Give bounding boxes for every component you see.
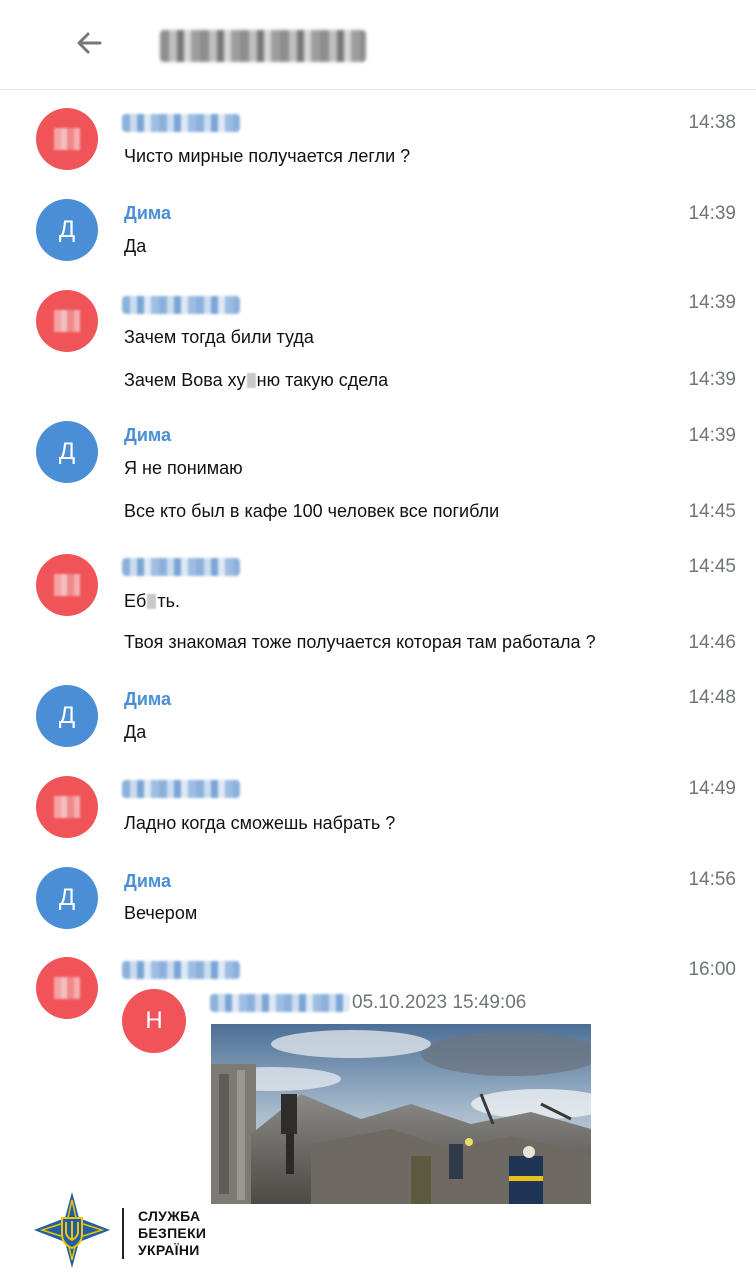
forwarded-datetime: 05.10.2023 15:49:06 xyxy=(352,992,527,1013)
sender-name[interactable]: Дима xyxy=(124,871,171,892)
message-text: Все кто был в кафе 100 человек все погиб… xyxy=(124,501,500,521)
destroyed-building-rescue-photo xyxy=(211,1024,591,1204)
sender-name-redacted[interactable] xyxy=(122,558,240,576)
message-time: 14:48 xyxy=(688,687,736,708)
avatar[interactable] xyxy=(36,290,98,352)
avatar[interactable] xyxy=(36,554,98,616)
chat-header xyxy=(0,0,756,90)
sender-name-redacted[interactable] xyxy=(122,114,240,132)
forwarded-avatar[interactable]: Н xyxy=(122,989,186,1053)
message-text: Я не понимаю xyxy=(124,458,243,478)
message-time: 14:49 xyxy=(688,778,736,799)
sender-name[interactable]: Дима xyxy=(124,425,171,446)
message-text: Зачем Вова ху ню такую сдела xyxy=(124,370,389,390)
message-text: Вечером xyxy=(124,903,198,923)
message-time: 14:56 xyxy=(688,869,736,890)
forwarded-photo[interactable] xyxy=(211,1024,591,1204)
message-time: 14:39 xyxy=(688,292,736,313)
message-time: 14:39 xyxy=(688,369,736,390)
message-time: 14:46 xyxy=(688,632,736,653)
back-button[interactable] xyxy=(72,26,106,60)
avatar[interactable]: Д xyxy=(36,685,98,747)
chat-title-redacted xyxy=(160,30,366,62)
sender-name-redacted[interactable] xyxy=(122,296,240,314)
sbu-line-1: СЛУЖБА xyxy=(138,1208,201,1224)
avatar[interactable]: Д xyxy=(36,867,98,929)
message-time: 14:39 xyxy=(688,425,736,446)
message-text: Ладно когда сможешь набрать ? xyxy=(124,813,396,833)
sbu-line-2: БЕЗПЕКИ xyxy=(138,1225,207,1241)
avatar[interactable] xyxy=(36,776,98,838)
forwarded-sender-redacted[interactable] xyxy=(210,994,350,1012)
message-time: 16:00 xyxy=(688,959,736,980)
sender-name-redacted[interactable] xyxy=(122,780,240,798)
avatar[interactable]: Д xyxy=(36,199,98,261)
message-time: 14:38 xyxy=(688,112,736,133)
arrow-left-icon xyxy=(77,32,102,54)
message-text: Твоя знакомая тоже получается которая та… xyxy=(124,632,596,652)
sbu-line-3: УКРАЇНИ xyxy=(138,1242,200,1258)
sender-name-redacted[interactable] xyxy=(122,961,240,979)
sender-name[interactable]: Дима xyxy=(124,689,171,710)
sbu-wordmark: СЛУЖБА БЕЗПЕКИ УКРАЇНИ xyxy=(122,1208,206,1259)
sbu-logo xyxy=(32,1190,112,1270)
avatar[interactable] xyxy=(36,108,98,170)
avatar[interactable] xyxy=(36,957,98,1019)
censored-letter xyxy=(246,373,256,388)
censored-letter xyxy=(147,594,157,609)
message-text: Да xyxy=(124,722,147,742)
message-text: Еб ть. xyxy=(124,591,180,611)
trident-emblem-icon xyxy=(34,1192,110,1268)
message-time: 14:39 xyxy=(688,203,736,224)
message-text: Да xyxy=(124,236,147,256)
avatar[interactable]: Д xyxy=(36,421,98,483)
message-text: Зачем тогда били туда xyxy=(124,327,314,347)
message-text: Чисто мирные получается легли ? xyxy=(124,146,411,166)
message-time: 14:45 xyxy=(688,556,736,577)
sender-name[interactable]: Дима xyxy=(124,203,171,224)
message-time: 14:45 xyxy=(688,501,736,522)
